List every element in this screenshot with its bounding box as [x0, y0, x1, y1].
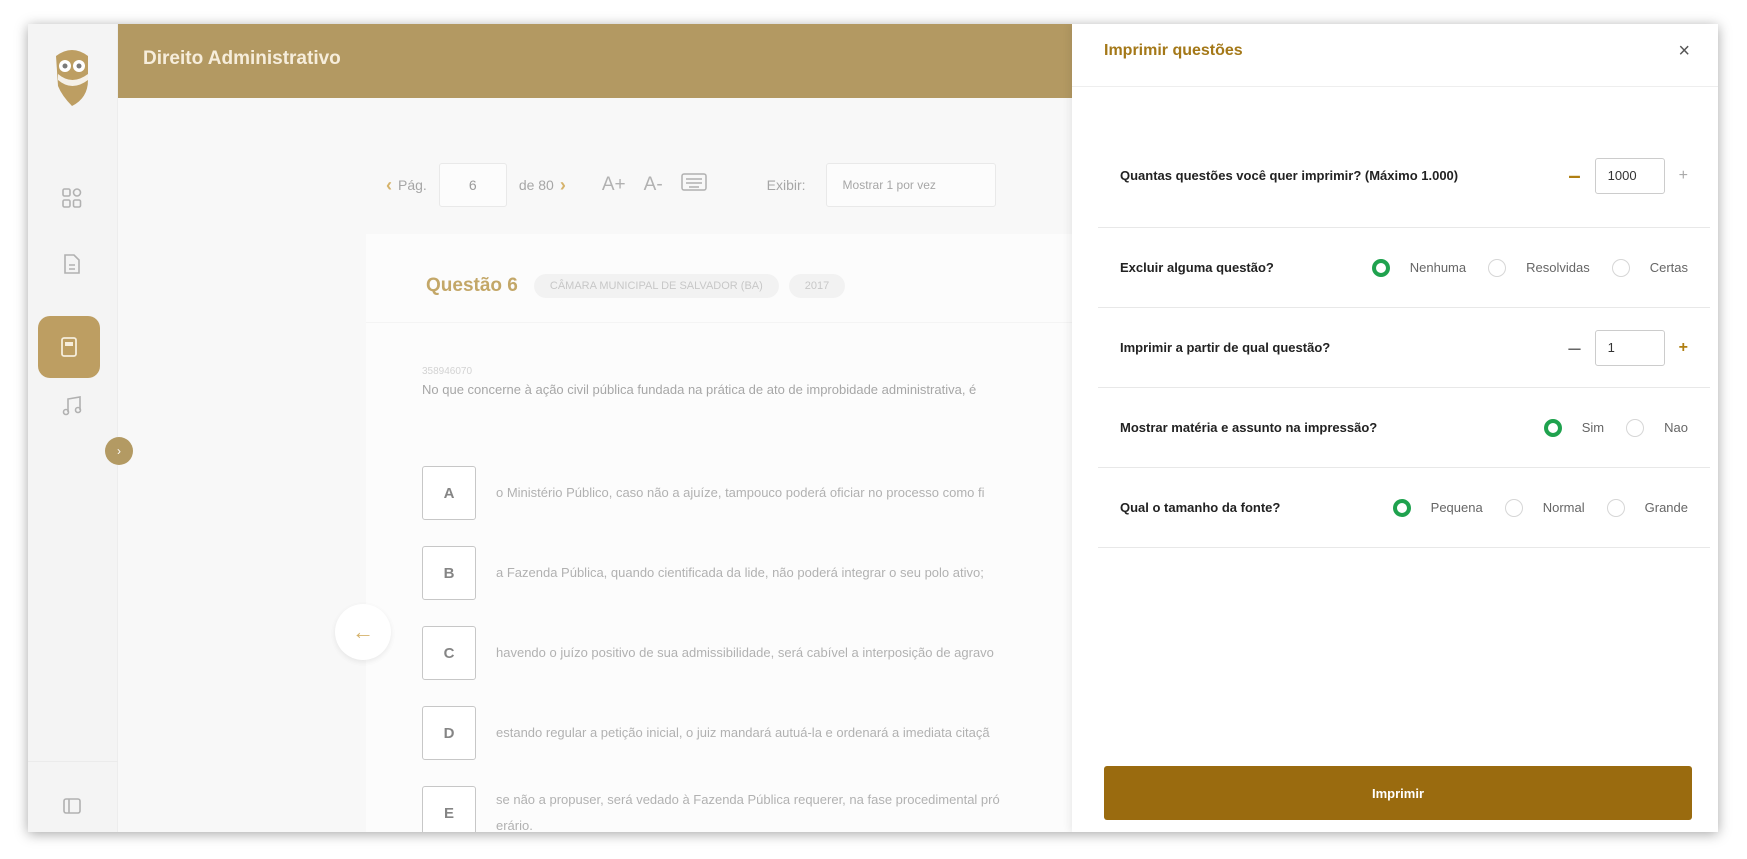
font-size-options: Pequena Normal Grande — [1371, 498, 1710, 517]
app-window: › Direito Administrativo ‹ Pág. 6 de 80 … — [28, 24, 1718, 832]
prev-page-chevron-icon[interactable]: ‹ — [386, 175, 392, 196]
question-code: 358946070 — [422, 366, 473, 377]
alternative-letter[interactable]: E — [422, 786, 476, 832]
page-label: Pág. — [398, 177, 427, 193]
panel-toggle-icon[interactable] — [58, 792, 86, 820]
alternative-e[interactable]: E se não a propuser, será vedado à Fazen… — [422, 786, 1000, 832]
dashboard-icon[interactable] — [58, 184, 86, 212]
font-increase-icon[interactable]: A+ — [602, 174, 626, 196]
alternative-text: o Ministério Público, caso não a ajuíze,… — [496, 485, 985, 500]
keyboard-icon[interactable] — [680, 173, 707, 197]
option-label: Sim — [1581, 420, 1605, 435]
font-decrease-icon[interactable]: A- — [644, 174, 663, 196]
alternative-text: se não a propuser, será vedado à Fazenda… — [496, 787, 1000, 832]
radio-checked-icon[interactable] — [1543, 418, 1562, 437]
radio-option-nao[interactable]: Nao — [1626, 418, 1688, 437]
increment-button[interactable]: + — [1679, 339, 1688, 357]
option-label: Resolvidas — [1526, 260, 1590, 275]
question-title: Questão 6 — [426, 275, 518, 296]
question-card: Questão 6 CÂMARA MUNICIPAL DE SALVADOR (… — [366, 234, 1086, 832]
radio-option-certas[interactable]: Certas — [1611, 258, 1688, 277]
tag-year: 2017 — [788, 274, 846, 298]
quantity-label: Quantas questões você quer imprimir? (Má… — [1120, 168, 1459, 183]
radio-option-grande[interactable]: Grande — [1606, 498, 1688, 517]
decrement-button[interactable]: – — [1568, 335, 1580, 361]
alternative-c[interactable]: C havendo o juízo positivo de sua admiss… — [422, 626, 994, 680]
font-size-row: Qual o tamanho da fonte? Pequena Normal … — [1098, 468, 1710, 548]
print-modal: Imprimir questões × Quantas questões voc… — [1072, 24, 1718, 832]
radio-unchecked-icon[interactable] — [1606, 498, 1625, 517]
exclude-label: Excluir alguma questão? — [1120, 260, 1274, 275]
document-icon[interactable] — [58, 250, 86, 278]
font-size-label: Qual o tamanho da fonte? — [1120, 500, 1281, 515]
alternative-text-line: se não a propuser, será vedado à Fazenda… — [496, 792, 1000, 807]
sidebar-divider — [28, 761, 118, 762]
alternative-b[interactable]: B a Fazenda Pública, quando cientificada… — [422, 546, 984, 600]
alternative-letter[interactable]: C — [422, 626, 476, 680]
alternative-letter[interactable]: B — [422, 546, 476, 600]
radio-unchecked-icon[interactable] — [1611, 258, 1630, 277]
start-stepper: – 1 + — [1568, 329, 1710, 366]
alternative-a[interactable]: A o Ministério Público, caso não a ajuíz… — [422, 466, 984, 520]
expand-sidebar-chevron-icon[interactable]: › — [105, 437, 133, 465]
questions-icon — [61, 337, 77, 357]
radio-unchecked-icon[interactable] — [1504, 498, 1523, 517]
quantity-input[interactable]: 1000 — [1594, 157, 1665, 194]
back-arrow-button[interactable]: ← — [335, 604, 391, 660]
exclude-row: Excluir alguma questão? Nenhuma Resolvid… — [1098, 228, 1710, 308]
music-icon[interactable] — [58, 392, 86, 420]
sidebar: › — [28, 24, 133, 832]
quantity-stepper: – 1000 + — [1568, 157, 1710, 194]
start-label: Imprimir a partir de qual questão? — [1120, 340, 1331, 355]
radio-option-normal[interactable]: Normal — [1504, 498, 1585, 517]
tag-institution: CÂMARA MUNICIPAL DE SALVADOR (BA) — [533, 274, 779, 298]
exclude-options: Nenhuma Resolvidas Certas — [1350, 258, 1710, 277]
show-subject-row: Mostrar matéria e assunto na impressão? … — [1098, 388, 1710, 468]
radio-option-sim[interactable]: Sim — [1543, 418, 1605, 437]
alternative-d[interactable]: D estando regular a petição inicial, o j… — [422, 706, 990, 760]
option-label: Certas — [1649, 260, 1688, 275]
increment-button[interactable]: + — [1679, 167, 1688, 185]
close-icon[interactable]: × — [1678, 40, 1690, 63]
start-row: Imprimir a partir de qual questão? – 1 + — [1098, 308, 1710, 388]
radio-unchecked-icon[interactable] — [1626, 418, 1645, 437]
next-page-chevron-icon[interactable]: › — [560, 175, 566, 196]
option-label: Pequena — [1430, 500, 1483, 515]
option-label: Nenhuma — [1409, 260, 1467, 275]
modal-title: Imprimir questões — [1104, 42, 1243, 59]
alternative-letter[interactable]: A — [422, 466, 476, 520]
radio-option-nenhuma[interactable]: Nenhuma — [1371, 258, 1467, 277]
page-number-input[interactable]: 6 — [438, 163, 507, 207]
option-label: Normal — [1542, 500, 1585, 515]
option-label: Grande — [1644, 500, 1688, 515]
start-input[interactable]: 1 — [1594, 329, 1665, 366]
quantity-row: Quantas questões você quer imprimir? (Má… — [1098, 124, 1710, 228]
radio-option-pequena[interactable]: Pequena — [1392, 498, 1483, 517]
option-label: Nao — [1664, 420, 1688, 435]
radio-option-resolvidas[interactable]: Resolvidas — [1488, 258, 1590, 277]
display-label: Exibir: — [766, 177, 806, 193]
alternative-text: estando regular a petição inicial, o jui… — [496, 725, 990, 740]
radio-unchecked-icon[interactable] — [1488, 258, 1507, 277]
radio-checked-icon[interactable] — [1392, 498, 1411, 517]
question-statement: No que concerne à ação civil pública fun… — [422, 382, 977, 397]
show-subject-options: Sim Nao — [1522, 418, 1710, 437]
alternative-text: havendo o juízo positivo de sua admissib… — [496, 645, 994, 660]
decrement-button[interactable]: – — [1568, 163, 1580, 189]
page-title: Direito Administrativo — [143, 48, 341, 69]
question-header: Questão 6 CÂMARA MUNICIPAL DE SALVADOR (… — [426, 274, 855, 298]
alternative-letter[interactable]: D — [422, 706, 476, 760]
radio-checked-icon[interactable] — [1371, 258, 1390, 277]
owl-logo-icon[interactable] — [50, 46, 94, 108]
print-button[interactable]: Imprimir — [1104, 766, 1692, 820]
pagination-toolbar: ‹ Pág. 6 de 80 › A+ A- Exibir: Mostrar 1… — [380, 163, 996, 207]
divider — [1072, 86, 1718, 87]
sidebar-item-questions[interactable] — [38, 316, 100, 378]
page-total: de 80 — [518, 177, 554, 193]
show-subject-label: Mostrar matéria e assunto na impressão? — [1120, 420, 1378, 435]
display-mode-select[interactable]: Mostrar 1 por vez — [825, 163, 996, 207]
alternative-text: a Fazenda Pública, quando cientificada d… — [496, 565, 984, 580]
alternative-text-line: erário. — [496, 818, 533, 832]
divider — [366, 322, 1086, 323]
